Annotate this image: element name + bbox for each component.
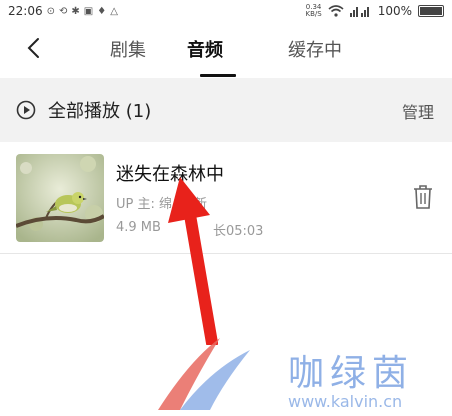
- audio-uploader: UP 主: 绵 新: [116, 193, 207, 212]
- pin-icon: ♦: [97, 5, 107, 17]
- status-right: 0.34 KB/S 100%: [305, 4, 444, 18]
- manage-button[interactable]: 管理: [402, 99, 434, 123]
- network-speed: 0.34 KB/S: [305, 4, 321, 18]
- audio-duration: 长05:03: [212, 224, 264, 239]
- play-all-button[interactable]: 全部播放 (1): [48, 97, 151, 123]
- tab-caching[interactable]: 缓存中: [288, 36, 342, 62]
- battery-icon: [418, 5, 444, 17]
- status-time: 22:06: [8, 4, 43, 18]
- trash-icon[interactable]: [412, 184, 434, 210]
- sync-icon: ⟲: [58, 5, 68, 17]
- active-tab-indicator: [200, 74, 236, 77]
- app-notification-icon: ▣: [83, 5, 94, 17]
- audio-thumbnail[interactable]: [16, 154, 104, 242]
- tab-bar: 剧集 音频 缓存中: [0, 22, 452, 78]
- network-speed-unit: KB/S: [305, 10, 322, 18]
- meta-hidden-gap: [173, 220, 201, 239]
- battery-percent: 100%: [377, 4, 412, 18]
- audio-size: 4.9 MB: [116, 220, 161, 235]
- top-nav: 剧集 音频 缓存中: [0, 22, 452, 78]
- audio-meta: 4.9 MB 长05:03: [116, 220, 263, 239]
- play-all-bar: 全部播放 (1) 管理: [0, 78, 452, 142]
- watermark-url: www.kalvin.cn: [288, 392, 403, 411]
- uploader-text-tail: 新: [194, 197, 208, 212]
- play-circle-icon[interactable]: [16, 100, 36, 120]
- status-bar: 22:06 ⊙ ⟲ ✱ ▣ ♦ △ 0.34 KB/S 100%: [0, 0, 452, 22]
- watermark-logo: [158, 338, 250, 410]
- watermark-text: 咖绿茵: [288, 353, 415, 394]
- tab-episodes[interactable]: 剧集: [110, 36, 146, 62]
- bird-on-branch-image: [16, 154, 104, 242]
- list-item[interactable]: 迷失在森林中 UP 主: 绵 新 4.9 MB 长05:03: [0, 142, 452, 254]
- audio-title[interactable]: 迷失在森林中: [116, 160, 224, 186]
- watermark: 咖绿茵 www.kalvin.cn: [140, 330, 452, 416]
- status-left: 22:06 ⊙ ⟲ ✱ ▣ ♦ △: [8, 4, 118, 18]
- signal-icon: [349, 7, 369, 17]
- uploader-text: UP 主: 绵: [116, 197, 172, 212]
- alarm-icon: ⊙: [46, 5, 55, 17]
- bluetooth-icon: ✱: [71, 5, 80, 17]
- tab-audio[interactable]: 音频: [187, 36, 223, 62]
- wifi-icon: [328, 5, 344, 17]
- cloud-icon: △: [110, 5, 118, 17]
